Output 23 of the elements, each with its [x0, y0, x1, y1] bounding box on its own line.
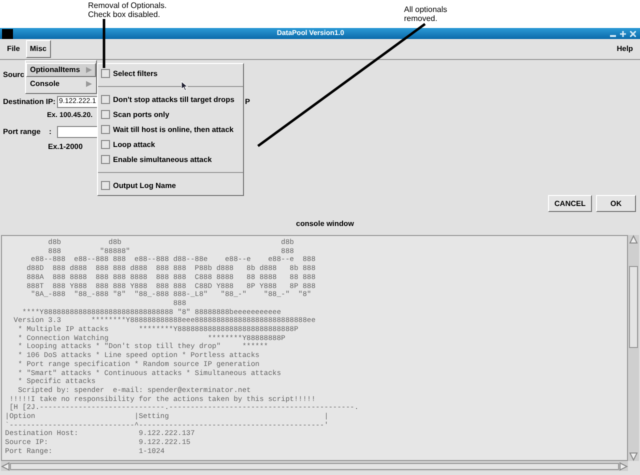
vertical-scrollbar[interactable] [628, 235, 639, 461]
checkbox[interactable] [101, 95, 110, 104]
annotation-text: Removal of Optionals. Check box disabled. [88, 1, 167, 19]
submenu-arrow-icon [86, 81, 92, 87]
checkbox[interactable] [101, 140, 110, 149]
checkbox[interactable] [101, 69, 110, 78]
checkbox[interactable] [101, 181, 110, 190]
close-icon [630, 30, 636, 36]
maximize-button[interactable] [618, 28, 628, 38]
cursor-icon [181, 81, 188, 91]
app-icon [2, 28, 13, 38]
horizontal-scrollbar[interactable] [1, 461, 628, 471]
scroll-up-icon[interactable] [629, 235, 638, 244]
annotation-text: All optionals removed. [404, 5, 448, 23]
maximize-icon [620, 30, 626, 36]
close-button[interactable] [628, 28, 638, 38]
checkbox[interactable] [101, 110, 110, 119]
checkbox[interactable] [101, 155, 110, 164]
checkbox[interactable] [101, 125, 110, 134]
submenu-arrow-icon [86, 67, 92, 73]
leader-line [102, 19, 106, 68]
scroll-down-icon[interactable] [629, 452, 638, 461]
scroll-thumb[interactable] [629, 266, 638, 348]
